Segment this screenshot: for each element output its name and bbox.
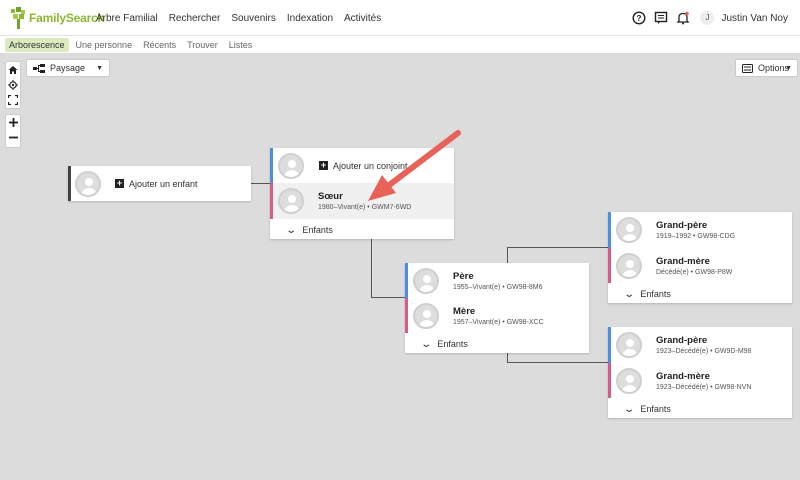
annotation-arrow-icon xyxy=(368,130,461,201)
chevron-down-icon: ⌄ xyxy=(623,403,636,415)
plus-icon xyxy=(8,118,18,127)
navigation-tools xyxy=(5,61,21,109)
recenter-button[interactable] xyxy=(6,77,20,92)
tree-logo-icon xyxy=(11,7,25,29)
connector-line xyxy=(507,352,508,362)
chevron-down-icon: ⌄ xyxy=(420,338,433,350)
user-name[interactable]: Justin Van Noy xyxy=(721,13,788,24)
plus-box-icon: + xyxy=(319,160,328,170)
person-paternal-grandfather[interactable]: Grand-père 1919–1992 • GW98-CDG xyxy=(608,212,792,248)
tab-lists[interactable]: Listes xyxy=(225,38,257,52)
person-portrait-icon xyxy=(413,267,439,294)
tab-person[interactable]: Une personne xyxy=(72,38,137,52)
connector-line xyxy=(250,183,271,184)
home-icon xyxy=(8,65,18,74)
placeholder-portrait-icon xyxy=(75,170,101,197)
zoom-out-button[interactable] xyxy=(6,130,20,145)
person-lifespan-id: 1957–Vivant(e) • GW98-XCC xyxy=(453,318,544,326)
maternal-grandparents-card: Grand-père 1923–Décédé(e) • GW9D-M98 Gra… xyxy=(608,327,792,418)
children-toggle[interactable]: ⌄ Enfants xyxy=(278,221,454,239)
person-lifespan-id: 1955–Vivant(e) • GW98-8M6 xyxy=(453,283,543,291)
person-lifespan-id: 1923–Décédé(e) • GW98-NVN xyxy=(656,383,752,391)
user-avatar[interactable]: J xyxy=(700,11,715,25)
tab-landscape-tree[interactable]: Arborescence xyxy=(5,37,69,52)
minus-icon xyxy=(8,136,18,139)
nav-item-search[interactable]: Rechercher xyxy=(169,13,221,24)
main-nav: Arbre Familial Rechercher Souvenirs Inde… xyxy=(96,0,392,36)
target-icon xyxy=(8,79,18,90)
home-button[interactable] xyxy=(6,62,20,77)
options-icon xyxy=(742,63,753,73)
familysearch-logo[interactable]: FamilySearch xyxy=(10,6,105,30)
tab-find[interactable]: Trouver xyxy=(183,38,222,52)
options-button[interactable]: Options ▼ xyxy=(735,59,798,77)
top-bar: FamilySearch Arbre Familial Rechercher S… xyxy=(0,0,800,36)
header-tools: ? J Justin Van Noy xyxy=(624,0,788,36)
person-name: Père xyxy=(453,270,474,282)
person-portrait-icon xyxy=(616,252,642,279)
chevron-down-icon: ⌄ xyxy=(623,288,636,300)
person-maternal-grandfather[interactable]: Grand-père 1923–Décédé(e) • GW9D-M98 xyxy=(608,327,792,363)
svg-text:?: ? xyxy=(637,14,642,23)
chevron-down-icon: ⌄ xyxy=(285,224,298,236)
tree-subnav: Arborescence Une personne Récents Trouve… xyxy=(0,36,800,54)
add-child-label: + Ajouter un enfant xyxy=(115,178,198,189)
add-child-row[interactable]: + Ajouter un enfant xyxy=(68,166,251,201)
chevron-down-icon: ▼ xyxy=(96,64,103,72)
person-portrait-icon xyxy=(616,367,642,394)
person-portrait-icon xyxy=(616,332,642,358)
person-portrait-icon xyxy=(278,188,304,214)
nav-item-memories[interactable]: Souvenirs xyxy=(231,13,275,24)
person-lifespan-id: 1923–Décédé(e) • GW9D-M98 xyxy=(656,348,752,355)
person-portrait-icon xyxy=(413,302,439,329)
children-toggle[interactable]: ⌄ Enfants xyxy=(616,400,792,418)
parents-couple-card: Père 1955–Vivant(e) • GW98-8M6 Mère 1957… xyxy=(405,263,589,353)
add-child-card[interactable]: + Ajouter un enfant xyxy=(68,166,251,201)
tab-recents[interactable]: Récents xyxy=(139,38,180,52)
person-father[interactable]: Père 1955–Vivant(e) • GW98-8M6 xyxy=(405,263,589,298)
zoom-in-button[interactable] xyxy=(6,115,20,130)
person-lifespan-id: Décédé(e) • GW98-P8W xyxy=(656,268,733,276)
person-maternal-grandmother[interactable]: Grand-mère 1923–Décédé(e) • GW98-NVN xyxy=(608,363,792,398)
person-lifespan-id: 1919–1992 • GW98-CDG xyxy=(656,233,736,240)
connector-line xyxy=(371,238,372,297)
person-name: Grand-mère xyxy=(656,370,710,382)
connector-line xyxy=(507,362,609,363)
person-name: Mère xyxy=(453,305,476,317)
notifications-bell-icon[interactable] xyxy=(676,11,691,25)
nav-item-indexing[interactable]: Indexation xyxy=(287,13,333,24)
chevron-down-icon: ▼ xyxy=(785,64,792,72)
person-portrait-icon xyxy=(616,217,642,243)
connector-line xyxy=(507,247,609,248)
fullscreen-button[interactable] xyxy=(6,92,20,107)
logo-text: FamilySearch xyxy=(29,11,105,25)
person-mother[interactable]: Mère 1957–Vivant(e) • GW98-XCC xyxy=(405,298,589,333)
help-icon[interactable]: ? xyxy=(632,11,646,25)
nav-item-activities[interactable]: Activités xyxy=(344,13,381,24)
placeholder-portrait-icon xyxy=(278,152,304,179)
person-paternal-grandmother[interactable]: Grand-mère Décédé(e) • GW98-P8W xyxy=(608,248,792,283)
nav-item-family-tree[interactable]: Arbre Familial xyxy=(96,13,158,24)
connector-line xyxy=(371,297,406,298)
person-name: Grand-mère xyxy=(656,255,710,267)
paternal-grandparents-card: Grand-père 1919–1992 • GW98-CDG Grand-mè… xyxy=(608,212,792,303)
layout-label: Paysage xyxy=(50,63,86,73)
fullscreen-icon xyxy=(8,94,18,105)
messages-icon[interactable] xyxy=(654,11,668,25)
connector-line xyxy=(507,247,508,263)
person-name: Grand-père xyxy=(656,220,708,231)
tree-layout-icon xyxy=(33,63,45,73)
children-toggle[interactable]: ⌄ Enfants xyxy=(616,285,792,303)
plus-box-icon: + xyxy=(115,178,124,188)
children-toggle[interactable]: ⌄ Enfants xyxy=(413,335,589,353)
zoom-controls xyxy=(5,114,21,148)
person-lifespan-id: 1980–Vivant(e) • GWM7-6WD xyxy=(318,204,412,211)
layout-select[interactable]: Paysage ▼ xyxy=(26,59,110,77)
person-name: Grand-père xyxy=(656,335,708,346)
